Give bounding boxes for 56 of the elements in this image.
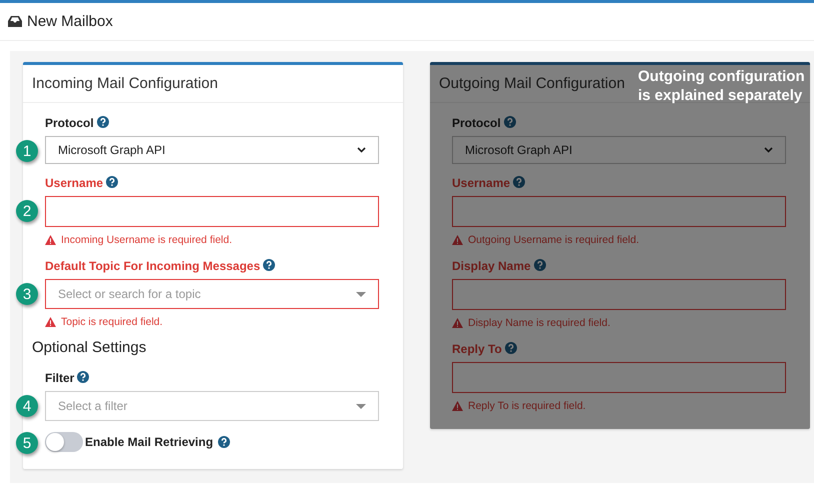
caret-icon (356, 292, 366, 296)
page-title: New Mailbox (27, 13, 113, 30)
field-label: Reply To (452, 342, 502, 356)
help-icon[interactable] (504, 342, 517, 354)
warning-icon (452, 235, 463, 245)
inbox-icon (8, 16, 22, 27)
step-number-badge: 1 (16, 140, 38, 162)
help-icon[interactable] (106, 176, 118, 188)
error-message: Display Name is required field. (468, 317, 610, 329)
help-icon[interactable] (96, 116, 109, 128)
toggle-switch[interactable] (45, 432, 83, 452)
warning-icon (452, 401, 463, 411)
input-field[interactable] (452, 362, 786, 393)
select-value: Microsoft Graph API (465, 143, 572, 157)
warning-icon (45, 317, 56, 327)
warning-icon (45, 235, 56, 245)
select-value: Microsoft Graph API (58, 143, 166, 157)
caret-icon (356, 404, 366, 408)
step-number-badge: 5 (16, 432, 38, 454)
help-icon[interactable] (513, 176, 526, 188)
section-heading: Optional Settings (32, 339, 148, 357)
dropdown-field[interactable]: Select a filter (45, 391, 379, 421)
field-label: Username (45, 176, 104, 190)
card-title: Outgoing Mail Configuration (439, 75, 625, 92)
input-field[interactable] (45, 196, 379, 227)
help-icon[interactable] (504, 116, 516, 128)
chevron-icon (357, 147, 366, 153)
step-number-badge: 4 (16, 395, 38, 417)
error-message: Reply To is required field. (468, 400, 586, 412)
annotation-note: Outgoing configuration is explained separately (638, 67, 806, 105)
toggle-label: Enable Mail Retrieving (85, 435, 214, 449)
error-message: Outgoing Username is required field. (468, 234, 640, 246)
help-icon[interactable] (534, 259, 546, 271)
field-label: Protocol (452, 116, 501, 130)
help-icon[interactable] (218, 436, 230, 448)
chevron-icon (764, 147, 773, 153)
field-label: Filter (45, 371, 74, 385)
field-label: Default Topic For Incoming Messages (45, 259, 260, 273)
field-label: Protocol (45, 116, 94, 130)
input-field[interactable] (452, 279, 786, 310)
placeholder-text: Select a filter (58, 399, 128, 413)
placeholder-text: Select or search for a topic (58, 287, 201, 301)
help-icon[interactable] (77, 371, 90, 383)
step-number-badge: 2 (16, 200, 38, 222)
card-title: Incoming Mail Configuration (32, 75, 218, 92)
dropdown-field[interactable]: Select or search for a topic (45, 279, 379, 309)
error-message: Topic is required field. (61, 316, 163, 328)
field-label: Username (452, 176, 510, 190)
protocol-select[interactable]: Microsoft Graph API (45, 136, 379, 164)
step-number-badge: 3 (16, 283, 38, 305)
warning-icon (452, 318, 463, 328)
help-icon[interactable] (263, 259, 276, 271)
field-label: Display Name (452, 259, 531, 273)
input-field[interactable] (452, 196, 786, 227)
protocol-select[interactable]: Microsoft Graph API (452, 136, 786, 164)
error-message: Incoming Username is required field. (61, 234, 232, 246)
